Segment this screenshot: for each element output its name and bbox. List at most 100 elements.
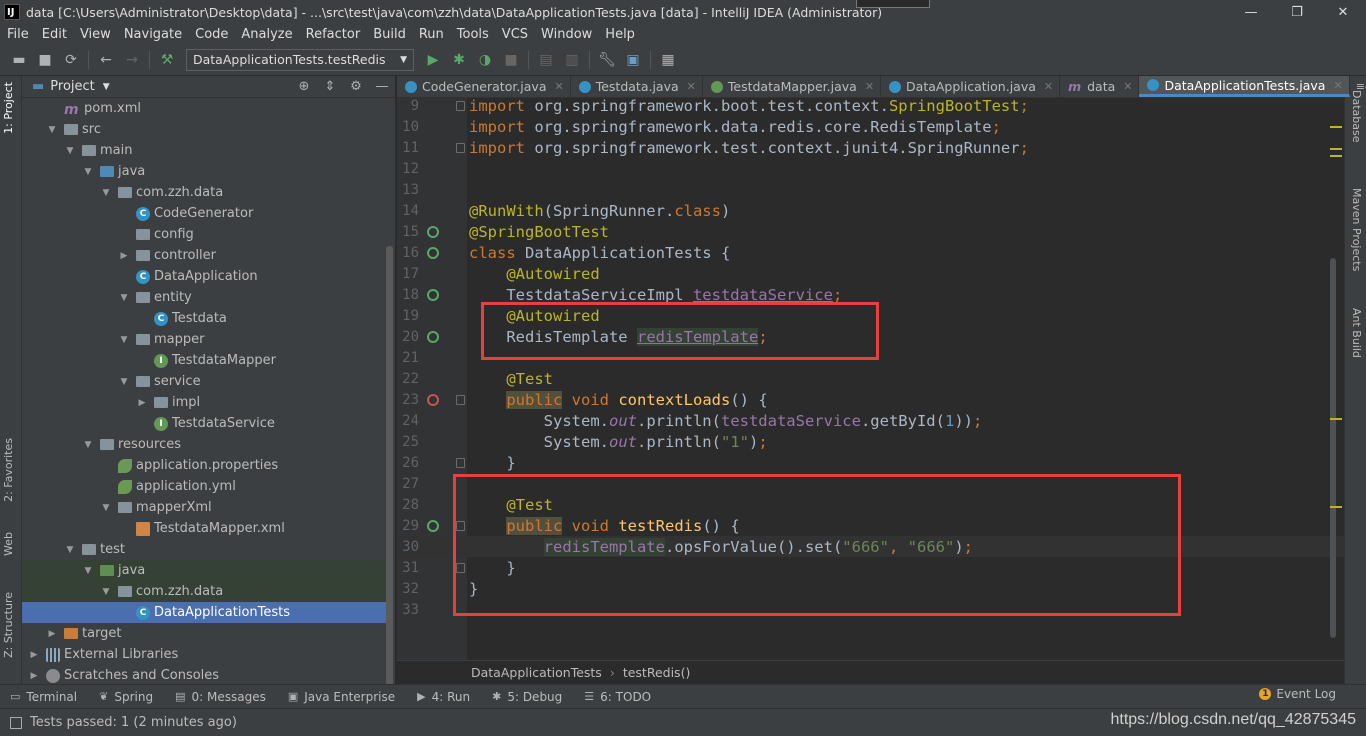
status-toggle-icon[interactable] — [10, 716, 22, 729]
tool-window-spring[interactable]: ❦ Spring — [89, 690, 165, 704]
tree-item[interactable]: ▶application.properties — [22, 455, 386, 476]
tree-item[interactable]: ▶CCodeGenerator — [22, 203, 386, 224]
tab-web[interactable]: Web — [2, 532, 15, 556]
coverage-icon[interactable]: ◑ — [472, 48, 498, 72]
project-header-label[interactable]: Project — [50, 79, 94, 94]
tree-item[interactable]: ▼ mapper — [22, 329, 386, 350]
run-test-icon[interactable] — [427, 519, 439, 532]
code-line[interactable]: 11 import org.springframework.test.contex… — [397, 137, 1344, 158]
update-icon[interactable]: ▥ — [559, 48, 585, 72]
chevron-down-icon[interactable]: ▼ — [118, 377, 130, 387]
tree-item[interactable]: ▶ controller — [22, 245, 386, 266]
tree-item[interactable]: ▼ com.zzh.data — [22, 182, 386, 203]
code-line[interactable]: 16 class DataApplicationTests { — [397, 242, 1344, 263]
tree-item[interactable]: ▶ External Libraries — [22, 644, 386, 665]
debug-icon[interactable]: ✱ — [446, 48, 472, 72]
code-line[interactable]: 24 System.out.println(testdataService.ge… — [397, 410, 1344, 431]
fold-icon[interactable] — [456, 142, 465, 153]
menu-run[interactable]: Run — [412, 27, 450, 42]
tree-item[interactable]: ▼ test — [22, 539, 386, 560]
chevron-down-icon[interactable]: ▼ — [103, 82, 110, 92]
editor-tab[interactable]: TestdataMapper.java ✕ — [703, 76, 882, 97]
tool-window-terminal[interactable]: ▭ Terminal — [0, 690, 89, 704]
project-scrollbar[interactable] — [386, 246, 393, 686]
close-tab-icon[interactable]: ✕ — [555, 80, 564, 93]
chevron-down-icon[interactable]: ▼ — [82, 440, 94, 450]
tab-overflow-button[interactable]: ≡4 — [1350, 76, 1366, 97]
close-tab-icon[interactable]: ✕ — [687, 80, 696, 93]
settings-wrench-icon[interactable]: 🔧︎ — [594, 48, 620, 72]
breadcrumb-method[interactable]: testRedis() — [623, 665, 691, 680]
build-hammer-icon[interactable]: ⚒ — [154, 48, 180, 72]
tree-item[interactable]: ▶CDataApplication — [22, 266, 386, 287]
menu-edit[interactable]: Edit — [35, 27, 73, 42]
chevron-down-icon[interactable]: ▼ — [46, 125, 58, 135]
run-configuration-select[interactable]: DataApplicationTests.testRedis ▼ — [186, 48, 414, 71]
code-line[interactable]: 13 — [397, 179, 1344, 200]
project-structure-icon[interactable]: ▣ — [620, 48, 646, 72]
spring-bean-icon[interactable] — [427, 288, 439, 301]
close-tab-icon[interactable]: ✕ — [1044, 80, 1053, 93]
editor-scrollbar[interactable] — [1330, 258, 1336, 638]
collapse-all-icon[interactable]: ⇕ — [317, 79, 343, 94]
run-icon[interactable]: ▶ — [420, 48, 446, 72]
tree-item[interactable]: ▼ resources — [22, 434, 386, 455]
close-tab-icon[interactable]: ✕ — [1123, 80, 1132, 93]
tool-window-java-enterprise[interactable]: ▣ Java Enterprise — [278, 690, 407, 704]
minimize-button[interactable]: — — [1228, 0, 1274, 24]
chevron-right-icon[interactable]: ▶ — [46, 629, 58, 639]
vcs-icon[interactable]: ▤ — [533, 48, 559, 72]
fold-icon[interactable] — [456, 100, 465, 111]
tab-favorites[interactable]: 2: Favorites — [2, 438, 15, 502]
chevron-right-icon[interactable]: ▶ — [136, 398, 148, 408]
fold-icon[interactable] — [456, 457, 465, 468]
stop-icon[interactable]: ■ — [498, 48, 524, 72]
test-failed-icon[interactable] — [427, 393, 439, 406]
code-area[interactable]: 9 import org.springframework.boot.test.co… — [397, 98, 1344, 660]
sdk-icon[interactable]: ▦ — [655, 48, 681, 72]
editor-tab[interactable]: CodeGenerator.java ✕ — [397, 76, 571, 97]
menu-help[interactable]: Help — [598, 27, 641, 42]
editor-tab[interactable]: Testdata.java ✕ — [571, 76, 703, 97]
code-line[interactable]: 23 public void contextLoads() { — [397, 389, 1344, 410]
menu-refactor[interactable]: Refactor — [299, 27, 367, 42]
tool-window-run[interactable]: ▶ 4: Run — [407, 690, 482, 704]
chevron-down-icon[interactable]: ▼ — [82, 566, 94, 576]
tree-item[interactable]: ▶ITestdataService — [22, 413, 386, 434]
tab-structure[interactable]: Z: Structure — [2, 592, 15, 658]
chevron-right-icon[interactable]: ▶ — [118, 251, 130, 261]
tool-window-todo[interactable]: ☰ 6: TODO — [574, 690, 663, 704]
breadcrumb-class[interactable]: DataApplicationTests — [471, 665, 602, 680]
chevron-down-icon[interactable]: ▼ — [118, 293, 130, 303]
menu-tools[interactable]: Tools — [450, 27, 495, 42]
open-folder-icon[interactable]: ▬ — [6, 48, 32, 72]
spring-bean-icon[interactable] — [427, 330, 439, 343]
menu-code[interactable]: Code — [188, 27, 234, 42]
fold-icon[interactable] — [456, 394, 465, 405]
tree-item[interactable]: ▼ java — [22, 560, 386, 581]
tree-item[interactable]: ▶config — [22, 224, 386, 245]
hide-panel-icon[interactable]: — — [369, 79, 395, 94]
menu-window[interactable]: Window — [534, 27, 598, 42]
chevron-down-icon[interactable]: ▼ — [100, 188, 112, 198]
tree-item[interactable]: ▶TestdataMapper.xml — [22, 518, 386, 539]
tree-item[interactable]: ▼ src — [22, 119, 386, 140]
menu-file[interactable]: File — [0, 27, 35, 42]
tree-item[interactable]: ▶ target — [22, 623, 386, 644]
locate-icon[interactable]: ⊕ — [291, 79, 317, 94]
maximize-button[interactable]: ❐ — [1274, 0, 1320, 24]
tree-item[interactable]: ▶CTestdata — [22, 308, 386, 329]
tree-item[interactable]: ▶CDataApplicationTests — [22, 602, 386, 623]
close-button[interactable]: ✕ — [1320, 0, 1366, 24]
editor-tab[interactable]: m data ✕ — [1060, 76, 1140, 97]
chevron-right-icon[interactable]: ▶ — [28, 671, 40, 681]
sync-icon[interactable]: ⟳ — [58, 48, 84, 72]
event-log-button[interactable]: 1 Event Log — [1259, 687, 1336, 701]
save-icon[interactable]: ■ — [32, 48, 58, 72]
tree-item[interactable]: ▼ entity — [22, 287, 386, 308]
tree-item[interactable]: ▼ service — [22, 371, 386, 392]
code-line[interactable]: 10 import org.springframework.data.redis.… — [397, 116, 1344, 137]
tree-item[interactable]: ▼ java — [22, 161, 386, 182]
chevron-down-icon[interactable]: ▼ — [64, 545, 76, 555]
chevron-down-icon[interactable]: ▼ — [100, 587, 112, 597]
